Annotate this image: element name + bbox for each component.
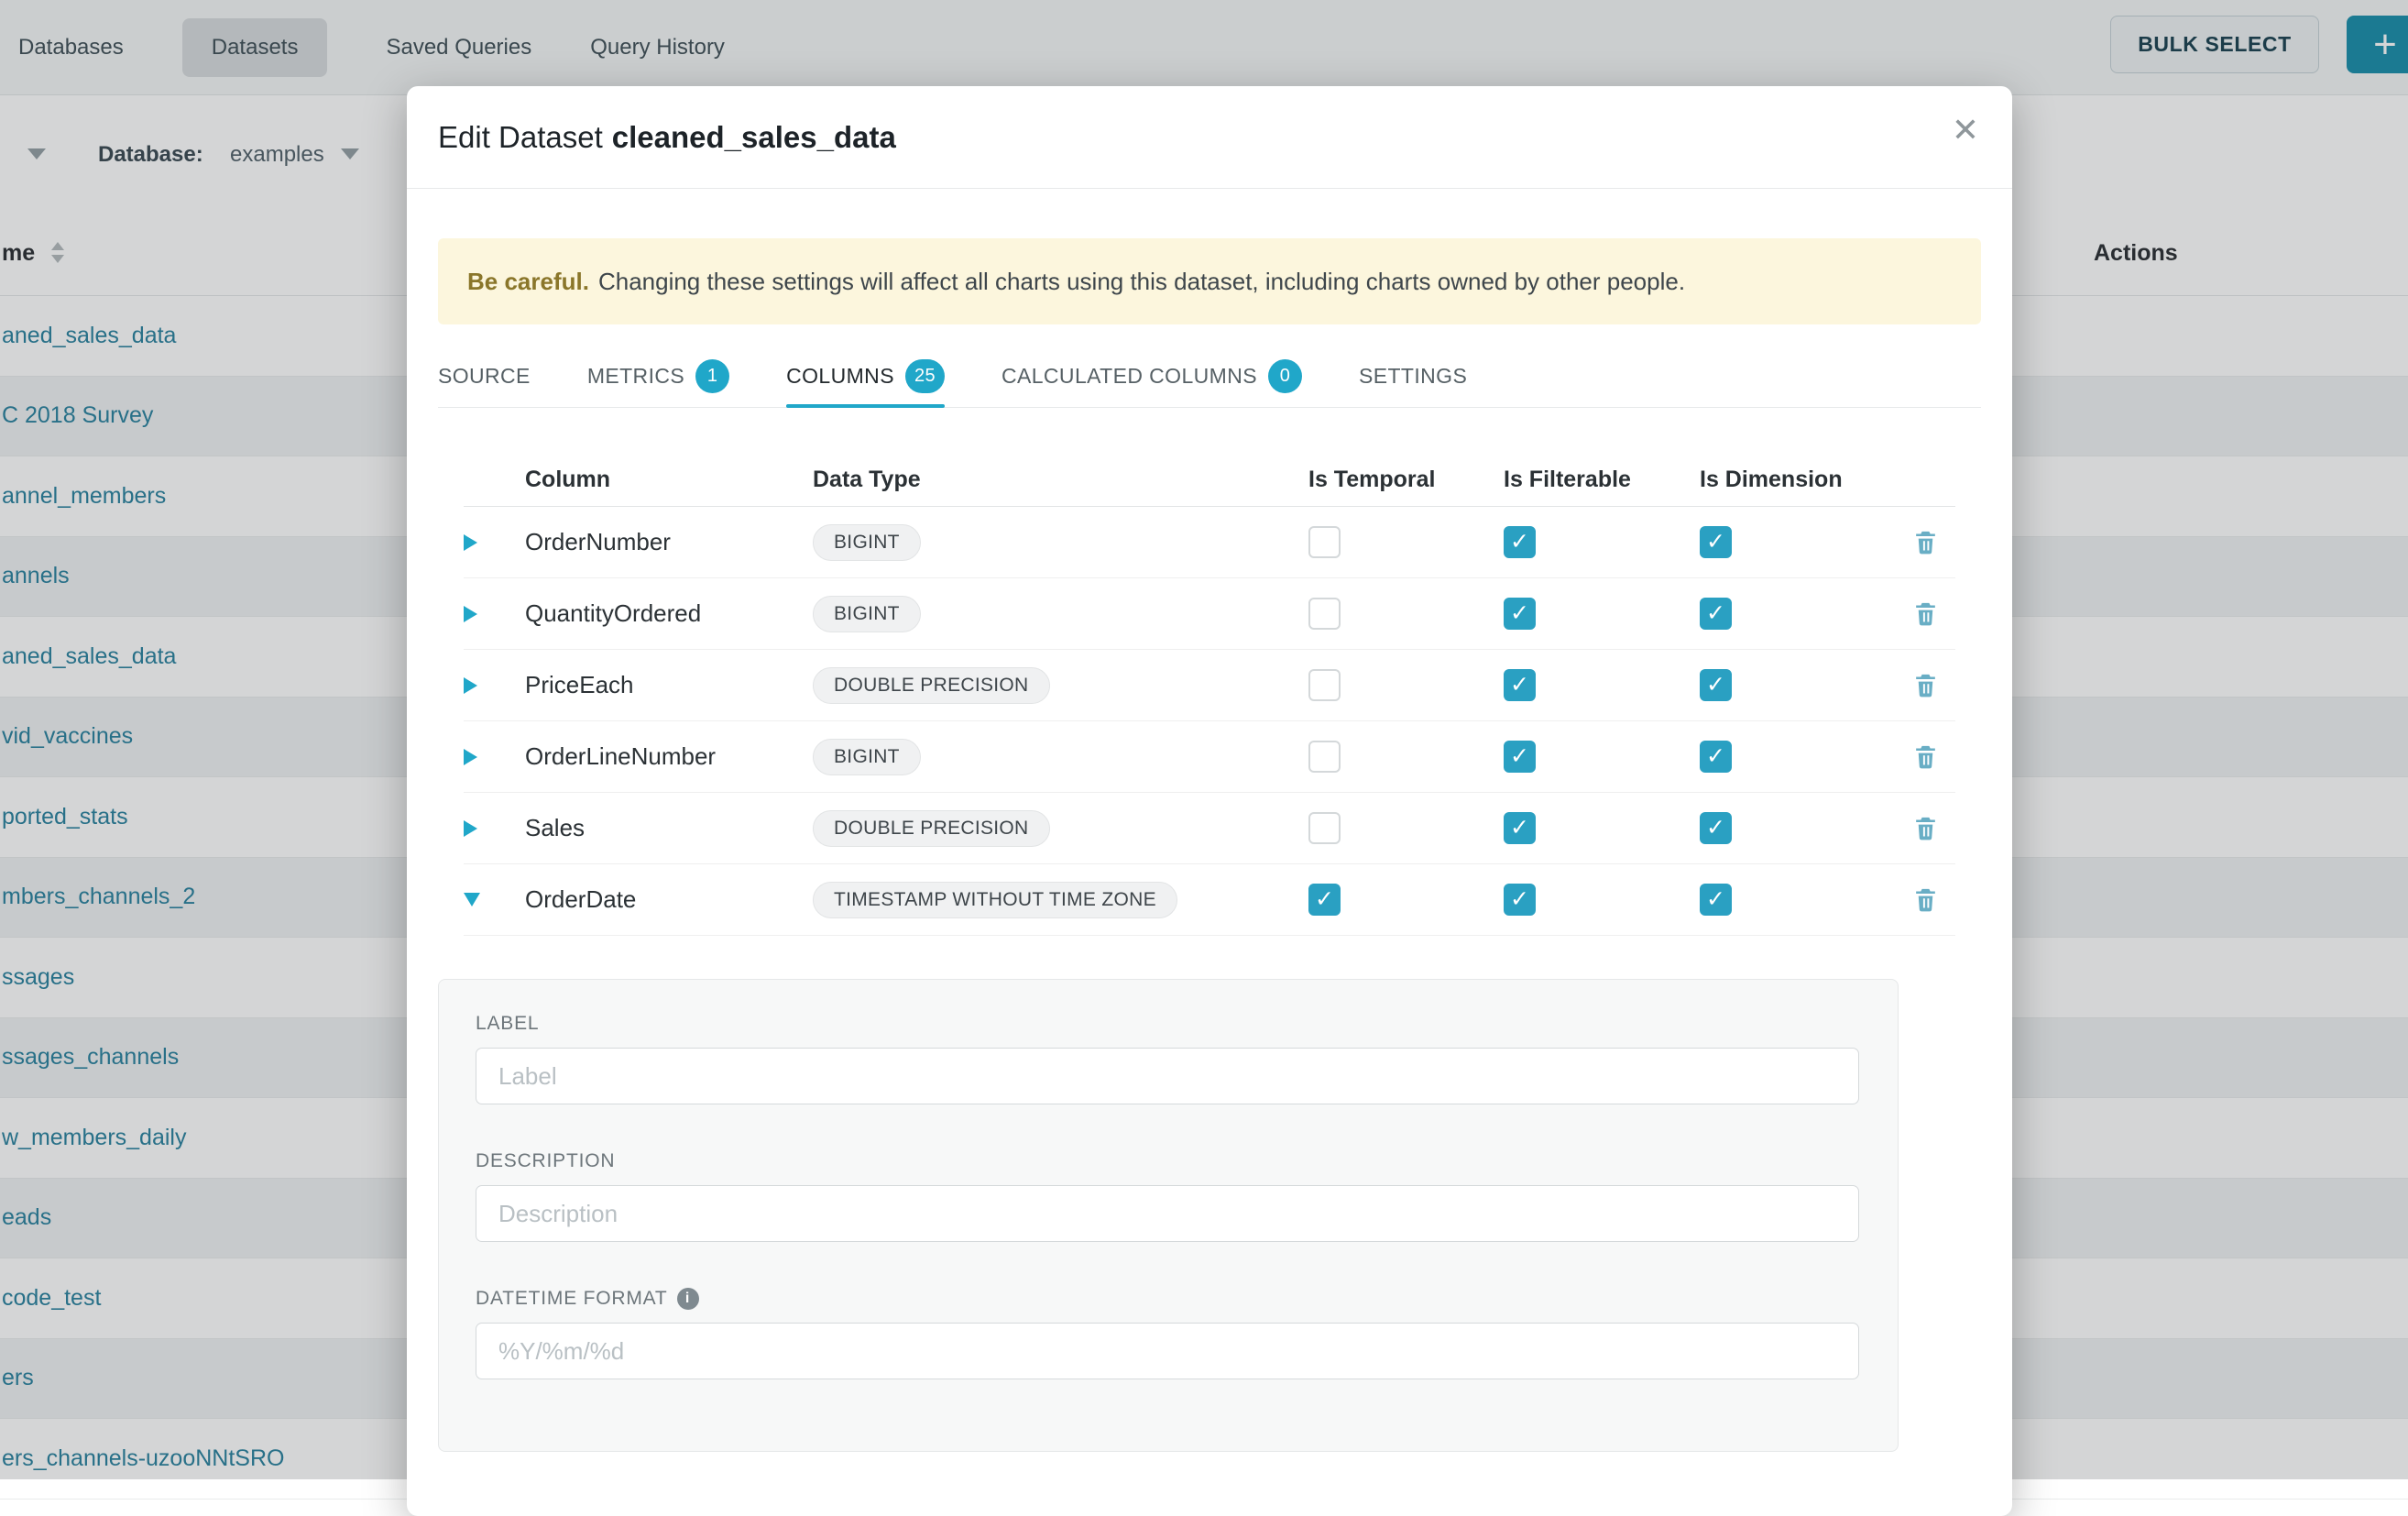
column-row-expanded: OrderDate TIMESTAMP WITHOUT TIME ZONE [464,864,1955,936]
is-dimension-checkbox[interactable] [1700,812,1732,844]
calculated-columns-count-badge: 0 [1268,359,1302,393]
columns-count-badge: 25 [905,359,945,393]
tab-columns[interactable]: COLUMNS 25 [786,346,945,407]
column-name: PriceEach [506,671,794,699]
column-row: OrderNumber BIGINT [464,507,1955,578]
trash-icon[interactable] [1911,528,1940,556]
data-type-pill: BIGINT [813,739,921,775]
column-name: Sales [506,814,794,842]
columns-table: Column Data Type Is Temporal Is Filterab… [464,453,1955,936]
label-field-label: LABEL [476,1013,1861,1035]
is-filterable-checkbox[interactable] [1504,884,1536,916]
header-column: Column [506,467,794,493]
is-temporal-checkbox[interactable] [1308,884,1341,916]
is-temporal-checkbox[interactable] [1308,741,1341,773]
modal-title-prefix: Edit Dataset [438,120,603,154]
trash-icon[interactable] [1911,671,1940,699]
modal-header: Edit Dataset cleaned_sales_data [407,86,2012,189]
is-dimension-checkbox[interactable] [1700,526,1732,558]
is-temporal-checkbox[interactable] [1308,598,1341,630]
column-name: OrderNumber [506,528,794,556]
expand-caret-icon[interactable] [464,606,477,622]
modal-body: Be careful. Changing these settings will… [407,238,2012,1452]
collapse-caret-icon[interactable] [464,893,480,906]
column-row: Sales DOUBLE PRECISION [464,793,1955,864]
warning-bold-text: Be careful. [467,268,589,296]
modal-title: Edit Dataset cleaned_sales_data [438,120,896,155]
datetime-format-field-label: DATETIME FORMAT [476,1288,1861,1310]
column-name: QuantityOrdered [506,599,794,628]
is-filterable-checkbox[interactable] [1504,598,1536,630]
is-filterable-checkbox[interactable] [1504,741,1536,773]
tab-source[interactable]: SOURCE [438,346,531,407]
warning-banner: Be careful. Changing these settings will… [438,238,1981,324]
is-dimension-checkbox[interactable] [1700,741,1732,773]
is-filterable-checkbox[interactable] [1504,526,1536,558]
is-dimension-checkbox[interactable] [1700,598,1732,630]
tab-calculated-columns[interactable]: CALCULATED COLUMNS 0 [1002,346,1302,407]
column-name: OrderLineNumber [506,742,794,771]
trash-icon[interactable] [1911,814,1940,842]
modal-title-dataset: cleaned_sales_data [612,120,896,154]
data-type-pill: DOUBLE PRECISION [813,810,1050,847]
warning-text: Changing these settings will affect all … [598,268,1685,296]
data-type-pill: BIGINT [813,524,921,561]
edit-dataset-modal: Edit Dataset cleaned_sales_data Be carefu… [407,86,2012,1516]
is-dimension-checkbox[interactable] [1700,884,1732,916]
info-icon[interactable] [677,1288,699,1310]
is-filterable-checkbox[interactable] [1504,669,1536,701]
column-row: OrderLineNumber BIGINT [464,721,1955,793]
is-temporal-checkbox[interactable] [1308,526,1341,558]
close-icon[interactable] [1952,114,1979,147]
column-row: QuantityOrdered BIGINT [464,578,1955,650]
column-row: PriceEach DOUBLE PRECISION [464,650,1955,721]
data-type-pill: TIMESTAMP WITHOUT TIME ZONE [813,882,1177,918]
data-type-pill: BIGINT [813,596,921,632]
header-data-type: Data Type [794,467,1308,493]
expand-caret-icon[interactable] [464,749,477,765]
expand-caret-icon[interactable] [464,820,477,837]
description-field-label: DESCRIPTION [476,1150,1861,1172]
header-is-temporal: Is Temporal [1308,467,1504,493]
trash-icon[interactable] [1911,599,1940,628]
expand-caret-icon[interactable] [464,677,477,694]
expand-caret-icon[interactable] [464,534,477,551]
tab-metrics[interactable]: METRICS 1 [587,346,729,407]
columns-table-header: Column Data Type Is Temporal Is Filterab… [464,453,1955,507]
modal-tabs: SOURCE METRICS 1 COLUMNS 25 CALCULATED C… [438,346,1981,408]
data-type-pill: DOUBLE PRECISION [813,667,1050,704]
header-is-dimension: Is Dimension [1700,467,1896,493]
is-dimension-checkbox[interactable] [1700,669,1732,701]
datetime-format-input[interactable] [476,1323,1859,1379]
metrics-count-badge: 1 [695,359,729,393]
is-filterable-checkbox[interactable] [1504,812,1536,844]
trash-icon[interactable] [1911,885,1940,914]
description-input[interactable] [476,1185,1859,1242]
is-temporal-checkbox[interactable] [1308,812,1341,844]
tab-settings[interactable]: SETTINGS [1359,346,1467,407]
trash-icon[interactable] [1911,742,1940,771]
label-input[interactable] [476,1048,1859,1104]
column-name: OrderDate [506,885,794,914]
header-is-filterable: Is Filterable [1504,467,1700,493]
column-editor-panel: LABEL DESCRIPTION DATETIME FORMAT [438,979,1899,1452]
is-temporal-checkbox[interactable] [1308,669,1341,701]
